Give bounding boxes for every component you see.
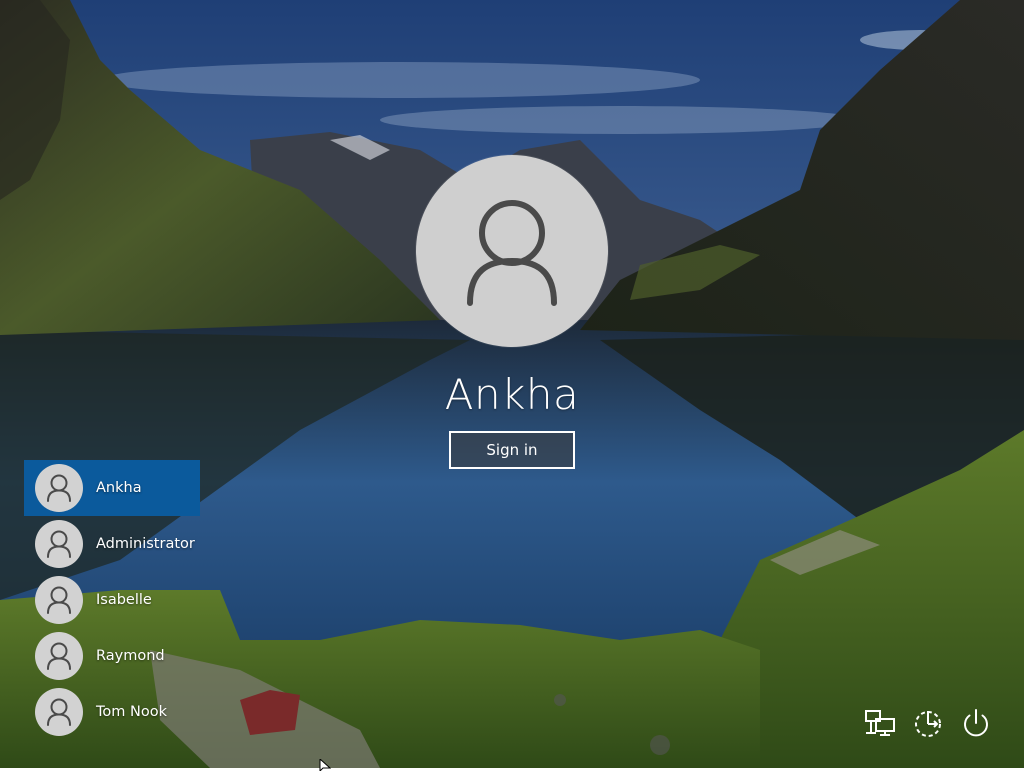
user-avatar bbox=[35, 688, 83, 736]
current-user-name: Ankha bbox=[444, 370, 580, 419]
user-list: Ankha Administrator Isabelle Raymond Tom… bbox=[24, 460, 200, 740]
user-icon bbox=[47, 698, 71, 726]
user-avatar bbox=[35, 632, 83, 680]
user-avatar bbox=[35, 464, 83, 512]
user-item-isabelle[interactable]: Isabelle bbox=[24, 572, 200, 628]
user-name: Isabelle bbox=[96, 592, 152, 608]
user-avatar bbox=[35, 520, 83, 568]
user-name: Administrator bbox=[96, 536, 195, 552]
user-name: Ankha bbox=[96, 480, 142, 496]
user-name: Raymond bbox=[96, 648, 165, 664]
user-item-raymond[interactable]: Raymond bbox=[24, 628, 200, 684]
user-name: Tom Nook bbox=[96, 704, 167, 720]
user-icon bbox=[47, 586, 71, 614]
power-button[interactable] bbox=[958, 705, 994, 741]
user-icon bbox=[467, 200, 557, 306]
power-icon bbox=[964, 709, 988, 737]
user-avatar bbox=[35, 576, 83, 624]
user-item-ankha[interactable]: Ankha bbox=[24, 460, 200, 516]
ease-of-access-icon bbox=[915, 711, 941, 737]
user-item-administrator[interactable]: Administrator bbox=[24, 516, 200, 572]
user-icon bbox=[47, 530, 71, 558]
user-icon bbox=[47, 474, 71, 502]
user-icon bbox=[47, 642, 71, 670]
sign-in-button[interactable]: Sign in bbox=[449, 431, 575, 469]
ease-of-access-button[interactable] bbox=[910, 705, 946, 741]
mouse-cursor-icon bbox=[319, 756, 332, 775]
network-button[interactable] bbox=[862, 705, 898, 741]
network-icon bbox=[865, 710, 895, 736]
user-item-tom-nook[interactable]: Tom Nook bbox=[24, 684, 200, 740]
current-user-avatar bbox=[416, 155, 608, 347]
